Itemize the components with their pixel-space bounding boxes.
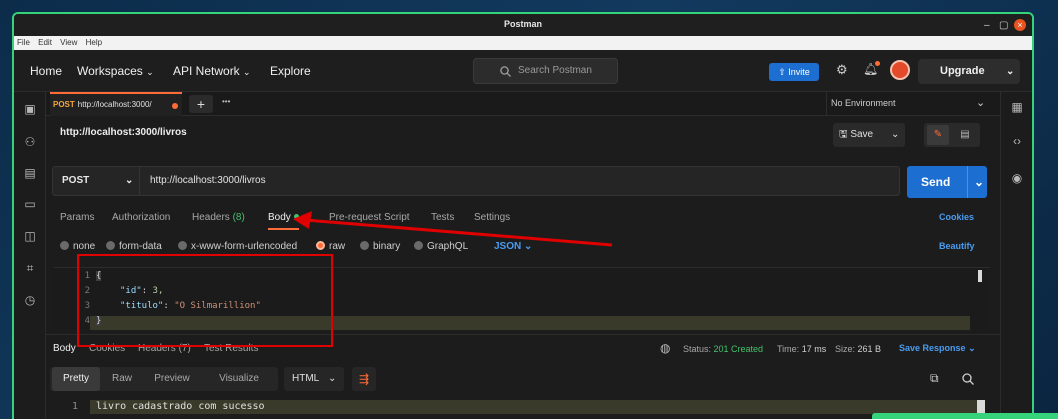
annotation-arrow bbox=[293, 211, 613, 247]
taskbar-edge bbox=[872, 413, 1058, 419]
